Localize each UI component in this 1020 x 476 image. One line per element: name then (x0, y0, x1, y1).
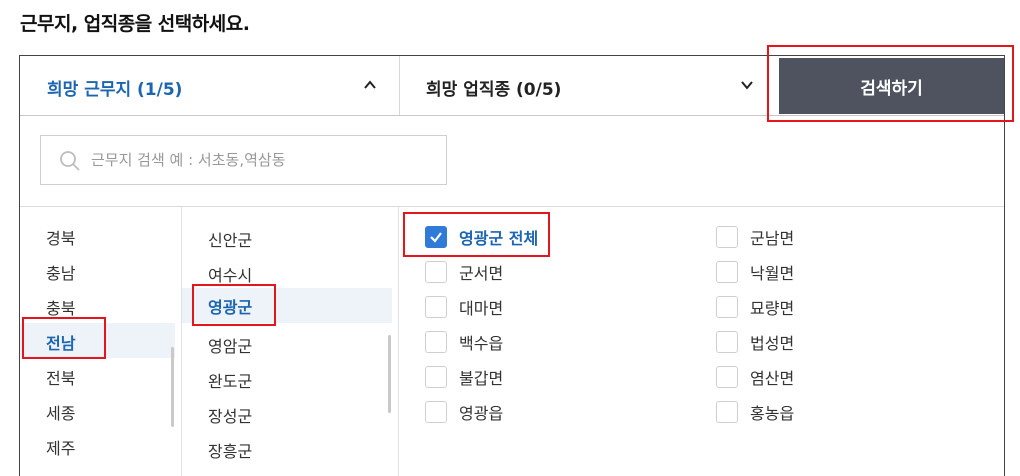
district-label: 여수시 (208, 266, 253, 285)
search-icon (60, 151, 80, 171)
province-item[interactable]: 충남 (46, 260, 75, 284)
province-item[interactable]: 경북 (46, 225, 75, 249)
province-label: 경북 (46, 229, 76, 248)
district-item[interactable]: 장흥군 (208, 438, 252, 462)
province-label: 충남 (46, 264, 76, 283)
checkbox[interactable] (425, 401, 447, 423)
checkbox[interactable] (716, 296, 738, 318)
checkbox[interactable] (425, 331, 447, 353)
selection-panel: 희망 근무지 (1/5) 희망 업직종 (0/5) 검색하기 경북 충남 충북 … (19, 55, 1005, 476)
page-title: 근무지, 업직종을 선택하세요. (20, 13, 250, 35)
district-label: 영광군 (208, 298, 253, 317)
town-label: 불갑면 (459, 369, 504, 388)
district-label: 완도군 (208, 372, 253, 391)
tab-region-label: 희망 근무지 (1/5) (47, 80, 183, 100)
tab-bar: 희망 근무지 (1/5) 희망 업직종 (0/5) 검색하기 (20, 56, 1004, 116)
district-label: 영암군 (208, 337, 253, 356)
province-label: 제주 (46, 439, 76, 458)
search-input[interactable] (91, 148, 431, 172)
town-checkbox-row[interactable]: 법성면 (716, 330, 794, 354)
town-label: 염산면 (750, 369, 795, 388)
town-label: 영광군 전체 (459, 229, 539, 248)
district-label: 장흥군 (208, 442, 253, 461)
town-label: 군서면 (459, 264, 504, 283)
province-item[interactable]: 세종 (46, 400, 75, 424)
town-checkbox-row[interactable]: 영광군 전체 (425, 225, 538, 249)
province-item[interactable]: 제주 (46, 435, 75, 459)
province-label: 세종 (46, 404, 76, 423)
town-checkbox-row[interactable]: 백수읍 (425, 330, 503, 354)
town-checkbox-row[interactable]: 영광읍 (425, 400, 503, 424)
province-item-selected[interactable]: 전남 (20, 323, 175, 358)
tab-job-label: 희망 업직종 (0/5) (426, 80, 562, 100)
town-label: 영광읍 (459, 404, 504, 423)
district-label: 신안군 (208, 231, 253, 250)
town-label: 대마면 (459, 299, 504, 318)
town-checkbox-row[interactable]: 낙월면 (716, 260, 794, 284)
district-item[interactable]: 신안군 (208, 227, 252, 251)
chevron-down-icon (741, 81, 753, 90)
town-checkbox-row[interactable]: 홍농읍 (716, 400, 794, 424)
town-checkbox-row[interactable]: 군서면 (425, 260, 503, 284)
province-label: 전북 (46, 369, 76, 388)
province-item[interactable]: 충북 (46, 295, 75, 319)
town-checkbox-row[interactable]: 대마면 (425, 295, 503, 319)
province-label: 전남 (46, 334, 76, 353)
checkbox[interactable] (716, 366, 738, 388)
district-item[interactable]: 완도군 (208, 368, 252, 392)
checkbox[interactable] (716, 401, 738, 423)
province-label: 충북 (46, 299, 76, 318)
district-list: 신안군 여수시 영광군 영암군 완도군 장성군 장흥군 (182, 207, 399, 476)
checkbox[interactable] (716, 261, 738, 283)
checkbox[interactable] (425, 296, 447, 318)
tab-region[interactable]: 희망 근무지 (1/5) (20, 56, 400, 115)
province-list: 경북 충남 충북 전남 전북 세종 제주 (20, 207, 182, 476)
town-checkbox-row[interactable]: 불갑면 (425, 365, 503, 389)
town-label: 홍농읍 (750, 404, 795, 423)
district-scrollbar[interactable] (388, 335, 391, 413)
province-scrollbar[interactable] (171, 347, 174, 427)
tab-job[interactable]: 희망 업직종 (0/5) (400, 56, 777, 115)
town-label: 묘량면 (750, 299, 795, 318)
district-item[interactable]: 영암군 (208, 333, 252, 357)
town-label: 낙월면 (750, 264, 795, 283)
chevron-up-icon (364, 80, 376, 89)
district-item-selected[interactable]: 영광군 (182, 288, 392, 323)
town-label: 법성면 (750, 334, 795, 353)
checkbox[interactable] (425, 261, 447, 283)
checkbox[interactable] (716, 331, 738, 353)
region-search-field[interactable] (40, 135, 447, 185)
town-checkbox-row[interactable]: 염산면 (716, 365, 794, 389)
district-item[interactable]: 여수시 (208, 262, 252, 286)
district-label: 장성군 (208, 407, 253, 426)
town-checkbox-row[interactable]: 군남면 (716, 225, 794, 249)
province-item[interactable]: 전북 (46, 365, 75, 389)
search-button[interactable]: 검색하기 (779, 58, 1004, 114)
checkbox[interactable] (716, 226, 738, 248)
town-checklist: 영광군 전체 군서면 대마면 백수읍 불갑면 영광읍 군남면 낙월면 묘량면 법… (399, 207, 1004, 476)
checkbox-checked[interactable] (425, 226, 447, 248)
town-checkbox-row[interactable]: 묘량면 (716, 295, 794, 319)
district-item[interactable]: 장성군 (208, 403, 252, 427)
check-icon (430, 232, 442, 243)
town-label: 백수읍 (459, 334, 504, 353)
town-label: 군남면 (750, 229, 795, 248)
checkbox[interactable] (425, 366, 447, 388)
